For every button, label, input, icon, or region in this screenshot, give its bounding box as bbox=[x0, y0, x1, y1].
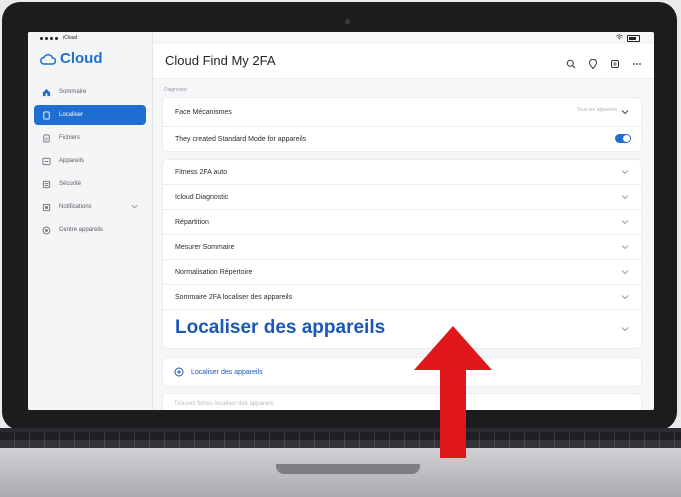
list-item-label: Sommaire 2FA localiser des appareils bbox=[175, 293, 293, 301]
red-arrow-icon bbox=[414, 326, 492, 458]
chevron-down-icon[interactable] bbox=[621, 168, 629, 176]
settings-row[interactable]: Face Mécanismes Tous les appareils bbox=[163, 98, 641, 127]
header: Cloud Find My 2FA bbox=[153, 44, 654, 79]
camera-icon bbox=[345, 19, 350, 24]
list-item-localiser-highlight[interactable]: Localiser des appareils bbox=[163, 310, 641, 348]
cloud-icon bbox=[40, 53, 56, 65]
brand-logo[interactable]: Cloud bbox=[40, 50, 103, 67]
header-actions bbox=[566, 56, 642, 70]
settings-row-toggle: They created Standard Mode for appareils bbox=[163, 127, 641, 151]
chevron-down-icon[interactable] bbox=[621, 325, 629, 333]
sidebar-item-label: Sécurité bbox=[59, 181, 82, 187]
sidebar-item-label: Centre appareils bbox=[59, 227, 104, 233]
list-item-label: Icloud Diagnostic bbox=[175, 193, 229, 201]
list-item-label: Mesurer Sommaire bbox=[175, 243, 235, 251]
main-content: Cloud Find My 2FA Diagnostic Face Mécani… bbox=[153, 32, 654, 410]
sidebar-item-notifications[interactable]: Notifications bbox=[34, 197, 146, 217]
list-item-label: Normalisation Répertoire bbox=[175, 268, 253, 276]
sidebar-item-label: Appareils bbox=[59, 158, 85, 164]
status-right bbox=[616, 34, 640, 42]
sidebar-item-centre-appareils[interactable]: Centre appareils bbox=[34, 220, 146, 240]
localiser-heading: Localiser des appareils bbox=[175, 317, 386, 338]
chevron-down-icon[interactable] bbox=[621, 293, 629, 301]
list-item-label: Répartition bbox=[175, 218, 209, 226]
wifi-icon bbox=[616, 34, 623, 42]
doc-icon bbox=[43, 110, 50, 120]
sidebar-item-sommaire[interactable]: Sommaire bbox=[34, 82, 146, 102]
share-icon[interactable] bbox=[610, 56, 620, 68]
list-item[interactable]: Icloud Diagnostic bbox=[163, 185, 641, 210]
list-item[interactable]: Mesurer Sommaire bbox=[163, 235, 641, 260]
screen: Cloud Sommaire Localiser $ Fichiers Appa… bbox=[28, 32, 654, 410]
sidebar-item-appareils[interactable]: Appareils bbox=[34, 151, 146, 171]
settings-card: Face Mécanismes Tous les appareils They … bbox=[163, 98, 641, 151]
carrier-label: iCloud bbox=[63, 35, 78, 41]
settings-row-label: They created Standard Mode for appareils bbox=[175, 135, 307, 143]
bell-icon bbox=[42, 203, 51, 211]
locate-devices-button[interactable]: Localiser des appareils bbox=[163, 358, 641, 386]
sidebar-item-label: Fichiers bbox=[59, 135, 81, 141]
chevron-down-icon[interactable] bbox=[131, 203, 138, 210]
page-title: Cloud Find My 2FA bbox=[165, 53, 276, 68]
locate-devices-label: Localiser des appareils bbox=[191, 368, 263, 376]
chevron-down-icon[interactable] bbox=[621, 193, 629, 201]
status-bar: iCloud bbox=[28, 32, 654, 44]
sidebar-item-label: Notifications bbox=[59, 204, 92, 210]
svg-text:$: $ bbox=[45, 136, 48, 141]
secondary-row[interactable]: Trouvez fiches localiser des appareils bbox=[163, 394, 641, 410]
list-item-label: Fitness 2FA auto bbox=[175, 168, 228, 176]
options-list-card: Fitness 2FA auto Icloud Diagnostic Répar… bbox=[163, 160, 641, 348]
chevron-down-icon[interactable] bbox=[621, 268, 629, 276]
search-icon[interactable] bbox=[566, 56, 576, 69]
chevron-down-icon[interactable] bbox=[621, 108, 629, 116]
sidebar: Cloud Sommaire Localiser $ Fichiers Appa… bbox=[28, 32, 153, 410]
battery-icon bbox=[627, 34, 640, 42]
settings-row-hint: Tous les appareils bbox=[576, 107, 617, 113]
sidebar-item-securite[interactable]: Sécurité bbox=[34, 174, 146, 194]
lock-icon bbox=[42, 180, 51, 188]
sidebar-item-localiser[interactable]: Localiser bbox=[34, 105, 146, 125]
brand-name: Cloud bbox=[60, 50, 103, 67]
chevron-down-icon[interactable] bbox=[621, 218, 629, 226]
sidebar-nav: Sommaire Localiser $ Fichiers Appareils … bbox=[34, 82, 146, 243]
sidebar-item-fichiers[interactable]: $ Fichiers bbox=[34, 128, 146, 148]
settings-row-label: Face Mécanismes bbox=[175, 108, 232, 116]
chevron-down-icon[interactable] bbox=[621, 243, 629, 251]
trackpad-notch bbox=[276, 464, 420, 474]
more-options-icon[interactable] bbox=[632, 56, 642, 66]
locate-action-card: Localiser des appareils bbox=[163, 358, 641, 386]
breadcrumb[interactable]: Diagnostic bbox=[164, 87, 187, 93]
secondary-card: Trouvez fiches localiser des appareils bbox=[163, 394, 641, 410]
signal-dots-icon: iCloud bbox=[40, 35, 77, 41]
sidebar-item-label: Sommaire bbox=[59, 89, 87, 95]
sidebar-item-label: Localiser bbox=[59, 112, 84, 118]
home-icon bbox=[42, 88, 51, 96]
secondary-row-label: Trouvez fiches localiser des appareils bbox=[174, 401, 274, 407]
standard-mode-toggle[interactable] bbox=[615, 134, 631, 143]
shield-icon bbox=[42, 226, 51, 234]
list-item[interactable]: Sommaire 2FA localiser des appareils bbox=[163, 285, 641, 310]
list-item[interactable]: Répartition bbox=[163, 210, 641, 235]
device-icon bbox=[42, 157, 51, 165]
location-pin-icon[interactable] bbox=[588, 56, 598, 70]
list-item[interactable]: Normalisation Répertoire bbox=[163, 260, 641, 285]
list-item[interactable]: Fitness 2FA auto bbox=[163, 160, 641, 185]
add-circle-icon bbox=[174, 367, 184, 377]
file-icon: $ bbox=[43, 133, 50, 143]
